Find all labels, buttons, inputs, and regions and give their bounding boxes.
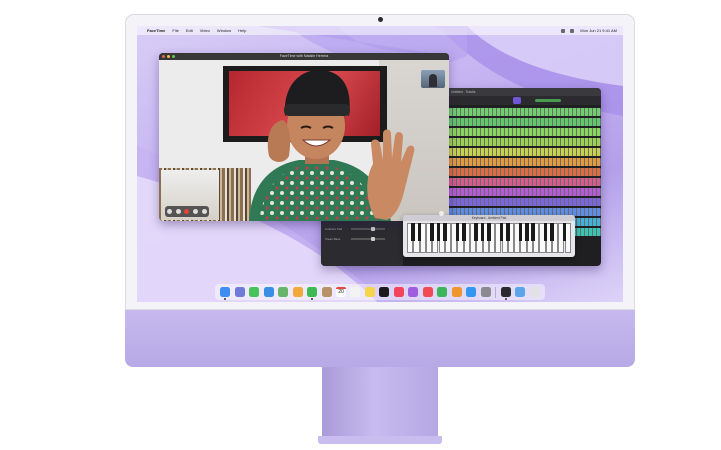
facetime-icon[interactable] (307, 287, 318, 300)
wifi-icon[interactable] (561, 28, 566, 33)
camera-icon (378, 17, 383, 22)
close-icon[interactable] (162, 55, 165, 58)
calendar-icon[interactable]: 20 (335, 287, 346, 297)
news-icon[interactable] (422, 287, 433, 297)
fullscreen-icon[interactable] (439, 211, 444, 216)
logic-pro-icon[interactable] (500, 287, 511, 300)
piano-black-key[interactable] (524, 223, 529, 241)
pages-icon[interactable] (451, 287, 462, 297)
minimize-icon[interactable] (167, 55, 170, 58)
musical-keyboard-window[interactable]: Keyboard - Ambient Pad (403, 215, 575, 257)
piano-black-key[interactable] (487, 223, 491, 241)
trash-icon[interactable] (529, 287, 540, 297)
imac-stand-foot (318, 436, 442, 444)
track-region[interactable] (449, 168, 601, 176)
piano-black-key[interactable] (531, 223, 535, 241)
self-view-thumbnail[interactable] (421, 70, 445, 88)
track-region[interactable] (449, 138, 601, 146)
mixer-channel[interactable]: Clean Bass (325, 237, 395, 241)
mixer-channel[interactable]: Ambient Pad (325, 227, 395, 231)
menu-help[interactable]: Help (238, 28, 246, 33)
track-region[interactable] (449, 108, 601, 116)
end-call-icon[interactable] (184, 209, 190, 214)
facetime-window-title: FaceTime with Natalie Herrera (159, 53, 449, 60)
piano-black-key[interactable] (562, 223, 567, 241)
track-region[interactable] (449, 118, 601, 126)
menu-file[interactable]: File (172, 28, 178, 33)
system-preferences-icon[interactable] (480, 287, 491, 297)
piano-black-key[interactable] (550, 223, 554, 241)
running-indicator (224, 298, 227, 300)
launchpad-icon[interactable] (234, 287, 245, 297)
mixer-fader[interactable] (351, 227, 385, 231)
dock-separator (495, 286, 497, 298)
facetime-window[interactable]: FaceTime with Natalie Herrera (159, 53, 449, 221)
dock: 20 (215, 284, 545, 300)
piano-black-key[interactable] (455, 223, 460, 241)
imac-chin (125, 310, 635, 367)
piano-black-key[interactable] (543, 223, 548, 241)
piano-black-key[interactable] (480, 223, 485, 241)
reminders-icon[interactable] (350, 287, 361, 297)
menu-app-name[interactable]: FaceTime (147, 28, 165, 33)
running-indicator (504, 298, 507, 300)
sidebar-icon[interactable] (166, 209, 172, 214)
camera-toggle-icon[interactable] (193, 209, 199, 214)
piano-black-key[interactable] (518, 223, 523, 241)
microphone-icon[interactable] (175, 209, 181, 214)
numbers-icon[interactable] (437, 287, 448, 297)
piano-black-key[interactable] (499, 223, 504, 241)
track-region[interactable] (449, 158, 601, 166)
downloads-folder-icon[interactable] (515, 287, 526, 297)
app-store-icon[interactable] (466, 287, 477, 297)
mixer-fader[interactable] (351, 237, 385, 241)
messages-icon[interactable] (249, 287, 260, 297)
mixer-channel-label: Ambient Pad (325, 227, 343, 231)
track-region[interactable] (449, 178, 601, 186)
finder-icon[interactable] (220, 287, 231, 300)
logic-lcd-display[interactable] (513, 97, 521, 104)
piano-black-key[interactable] (430, 223, 435, 241)
track-region[interactable] (449, 128, 601, 136)
music-icon[interactable] (393, 287, 404, 297)
piano-black-key[interactable] (442, 223, 447, 241)
notes-icon[interactable] (364, 287, 375, 297)
menu-edit[interactable]: Edit (186, 28, 193, 33)
contacts-icon[interactable] (321, 287, 332, 297)
podcasts-icon[interactable] (408, 287, 419, 297)
running-indicator (311, 298, 314, 300)
zoom-icon[interactable] (172, 55, 175, 58)
mixer-channel-label: Clean Bass (325, 237, 341, 241)
piano-black-key[interactable] (505, 223, 510, 241)
menu-bar: FaceTime File Edit Video Window Help Mon… (137, 26, 623, 35)
menu-clock[interactable]: Mon Jun 21 9:41 AM (580, 28, 617, 33)
piano-black-key[interactable] (436, 223, 441, 241)
track-region[interactable] (449, 148, 601, 156)
piano-keys[interactable] (407, 223, 571, 253)
menu-video[interactable]: Video (200, 28, 210, 33)
piano-black-key[interactable] (411, 223, 416, 241)
window-controls (162, 55, 177, 58)
share-screen-icon[interactable] (202, 209, 208, 214)
menu-window[interactable]: Window (217, 28, 231, 33)
piano-black-key[interactable] (474, 223, 479, 241)
maps-icon[interactable] (278, 287, 289, 297)
photos-icon[interactable] (292, 287, 303, 297)
imac-stand (322, 367, 438, 437)
piano-black-key[interactable] (417, 223, 422, 241)
track-region[interactable] (449, 198, 601, 206)
piano-black-key[interactable] (461, 223, 466, 241)
facetime-video (159, 60, 449, 221)
control-center-icon[interactable] (570, 28, 575, 33)
tv-icon[interactable] (379, 287, 390, 297)
screen: FaceTime File Edit Video Window Help Mon… (137, 26, 623, 302)
call-controls (165, 206, 209, 217)
track-region[interactable] (449, 188, 601, 196)
mail-icon[interactable] (263, 287, 274, 297)
caller-video-figure (249, 70, 415, 221)
master-volume-slider[interactable] (535, 99, 561, 102)
